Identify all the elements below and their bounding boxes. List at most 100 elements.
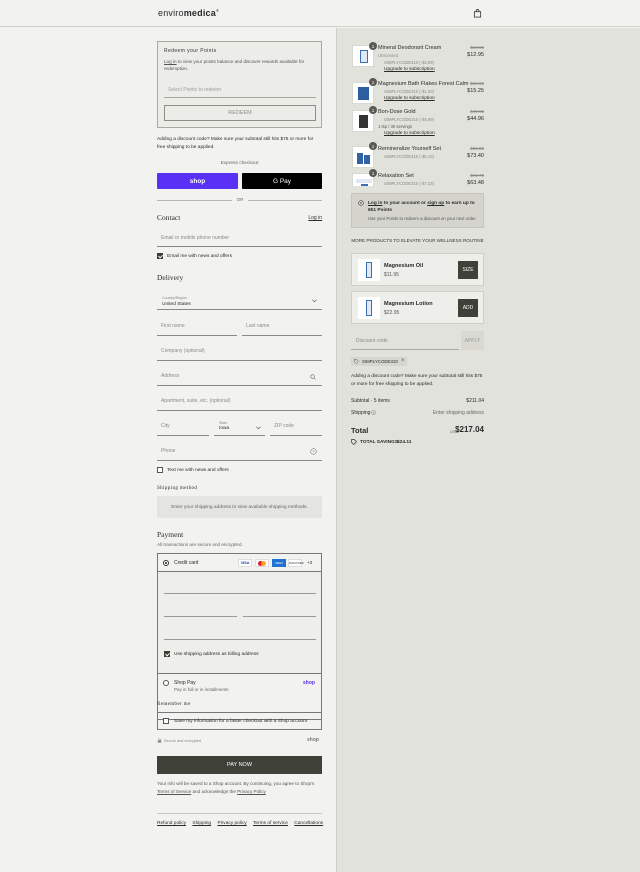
credit-card-label: Credit card	[174, 560, 199, 566]
city-field[interactable]: City	[157, 420, 209, 436]
footer-shipping-link[interactable]: Shipping	[192, 821, 211, 826]
news-checkbox[interactable]	[157, 253, 163, 259]
visa-icon: VISA	[238, 559, 252, 567]
upsell-card: Magnesium Oil $11.95 SIZE	[351, 253, 484, 286]
last-name-placeholder: Last name	[246, 323, 270, 329]
checkout-form: Redeem your Points Log in to view your p…	[0, 28, 336, 872]
logo-prefix: enviro	[158, 8, 184, 18]
last-name-field[interactable]: Last name	[242, 320, 322, 336]
item-discount: SIMPLYCODE310 (-$8.19)	[384, 154, 434, 159]
country-select[interactable]: Country/Region United States	[157, 293, 322, 310]
redeem-text-wrap: Log in to view your points balance and d…	[164, 58, 314, 72]
points-to-your: to your account or	[383, 201, 426, 206]
item-original-price: $16.95	[470, 45, 484, 50]
first-name-field[interactable]: First name	[157, 320, 237, 336]
pay-now-button[interactable]: PAY NOW	[157, 756, 322, 774]
terms-link[interactable]: Terms of Service	[157, 789, 191, 794]
earn-points-text: Log in to your account or sign up to ear…	[368, 200, 480, 214]
points-select[interactable]: Select Points to redeem	[164, 84, 316, 98]
upgrade-link[interactable]: Upgrade to subscription	[384, 67, 435, 72]
shipping-value: Enter shipping address	[432, 410, 484, 416]
contact-login-link[interactable]: Log in	[300, 215, 322, 221]
news-label: Email me with news and offers	[167, 254, 232, 259]
shop-pay-option[interactable]: Shop Pay Pay in full or in installments …	[158, 674, 321, 700]
item-discount: SIMPLYCODE310 (-$7.23)	[384, 181, 434, 186]
email-field[interactable]: Email or mobile phone number	[157, 232, 322, 247]
upsell-thumbnail	[358, 297, 380, 319]
item-price: $12.95	[467, 52, 484, 58]
express-checkout-label: Express checkout	[220, 161, 259, 166]
remember-me-label: Save my information for a faster checkou…	[174, 719, 308, 724]
shop-pay-button[interactable]: shop	[157, 173, 238, 189]
billing-same-label: Use shipping address as billing address	[174, 652, 259, 657]
phone-field[interactable]: Phone ?	[157, 445, 322, 461]
zip-field[interactable]: ZIP code	[270, 420, 322, 436]
google-pay-button[interactable]: G Pay	[242, 173, 322, 189]
delivery-heading: Delivery	[157, 273, 184, 282]
svg-text:?: ?	[312, 449, 315, 454]
remove-discount-icon[interactable]: ×	[401, 358, 405, 364]
item-name: Bon-Dose Gold	[378, 109, 416, 115]
help-icon[interactable]: ?	[310, 448, 317, 455]
upgrade-link[interactable]: Upgrade to subscription	[384, 131, 435, 136]
upsell-add-button[interactable]: ADD	[458, 299, 478, 317]
footer-terms-link[interactable]: Terms of service	[253, 821, 288, 826]
card-number-field[interactable]	[164, 580, 316, 594]
cart-discount-note: Adding a discount code? Make sure your s…	[351, 374, 483, 387]
footer-refund-link[interactable]: Refund policy	[157, 821, 186, 826]
discover-icon: DISCOVER	[288, 559, 304, 567]
credit-card-radio[interactable]	[163, 560, 169, 566]
quantity-badge: 1	[369, 42, 377, 50]
footer-links: Refund policy Shipping Privacy policy Te…	[157, 821, 323, 826]
shop-pay-option-label: Shop Pay	[174, 680, 196, 686]
info-icon[interactable]: ?	[371, 410, 376, 415]
logo-mark: ®	[215, 8, 220, 13]
shop-pay-logo: shop	[303, 680, 315, 686]
mastercard-icon	[255, 559, 269, 567]
points-login-link[interactable]: Log in	[368, 201, 382, 206]
apartment-placeholder: Apartment, suite, etc. (optional)	[161, 398, 231, 404]
item-discount: SIMPLYCODE310 (-$4.99)	[384, 117, 434, 122]
text-offers-checkbox[interactable]	[157, 467, 163, 473]
shop-pay-radio[interactable]	[163, 680, 169, 686]
upsell-size-button[interactable]: SIZE	[458, 261, 478, 279]
footer-privacy-link[interactable]: Privacy policy	[217, 821, 246, 826]
redeem-points-panel: Redeem your Points Log in to view your p…	[157, 41, 322, 128]
payment-heading: Payment	[157, 530, 184, 539]
company-field[interactable]: Company (optional)	[157, 345, 322, 361]
shop-pay-option-sub: Pay in full or in installments	[174, 687, 229, 692]
points-signup-link[interactable]: sign up	[427, 201, 444, 206]
upsell-card: Magnesium Lotion $22.95 ADD	[351, 291, 484, 324]
payment-subtitle: All transactions are secure and encrypte…	[157, 542, 243, 547]
logo[interactable]: enviromedica®	[158, 8, 219, 18]
expiry-field[interactable]	[164, 603, 237, 617]
remember-me-heading: Remember me	[157, 702, 191, 707]
more-products-title: MORE PRODUCTS TO ELEVATE YOUR WELLNESS R…	[351, 238, 484, 243]
remember-me-box[interactable]: Save my information for a faster checkou…	[157, 712, 322, 730]
footer-cancellations-link[interactable]: Cancellations	[294, 821, 323, 826]
security-code-field[interactable]	[243, 603, 316, 617]
card-fields-area: Use shipping address as billing address	[158, 572, 321, 674]
upsell-size-label: SIZE	[462, 267, 474, 273]
privacy-link[interactable]: Privacy Policy	[237, 789, 266, 794]
address-field[interactable]: Address	[157, 370, 322, 386]
name-on-card-field[interactable]	[164, 626, 316, 640]
shopping-bag-icon[interactable]	[473, 9, 482, 18]
billing-same-checkbox[interactable]	[164, 651, 170, 657]
shipping-label: Shipping	[351, 410, 371, 416]
redeem-button[interactable]: REDEEM	[164, 105, 316, 121]
remember-me-checkbox[interactable]	[163, 718, 169, 724]
apartment-field[interactable]: Apartment, suite, etc. (optional)	[157, 395, 322, 411]
cart-item: 1 Relaxation Set SIMPLYCODE310 (-$7.23) …	[351, 169, 485, 186]
header: enviromedica®	[0, 0, 640, 27]
shop-logo: shop	[307, 737, 319, 743]
redeem-login-link[interactable]: Log in	[164, 59, 177, 64]
credit-card-option[interactable]: Credit card VISA AMEX DISCOVER +3	[158, 554, 321, 572]
discount-code-field[interactable]: Discount code	[351, 331, 459, 350]
shop-pay-label: shop	[189, 177, 206, 185]
total-value: $217.04	[455, 425, 484, 434]
apply-button[interactable]: APPLY	[461, 331, 484, 350]
state-select[interactable]: State Iowa	[214, 420, 265, 436]
chevron-down-icon	[312, 299, 317, 303]
upgrade-link[interactable]: Upgrade to subscription	[384, 96, 435, 101]
